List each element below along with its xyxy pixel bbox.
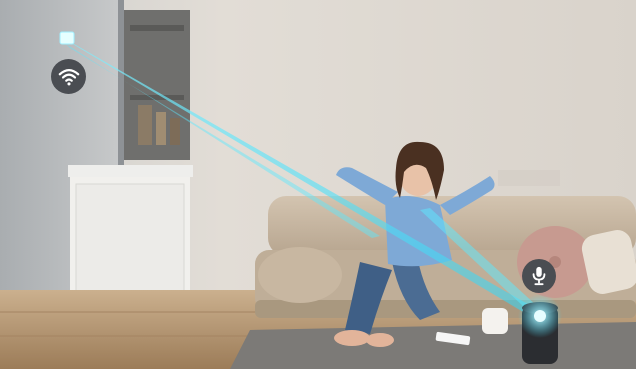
scene-illustration	[0, 0, 636, 369]
sofa-armrest	[258, 247, 342, 303]
counter-top	[68, 165, 193, 177]
smart-speaker	[518, 294, 562, 364]
living-room-scene	[0, 0, 636, 369]
mug	[482, 308, 508, 334]
microphone-icon	[522, 259, 556, 293]
router-device	[59, 31, 75, 45]
wifi-icon	[51, 59, 86, 94]
